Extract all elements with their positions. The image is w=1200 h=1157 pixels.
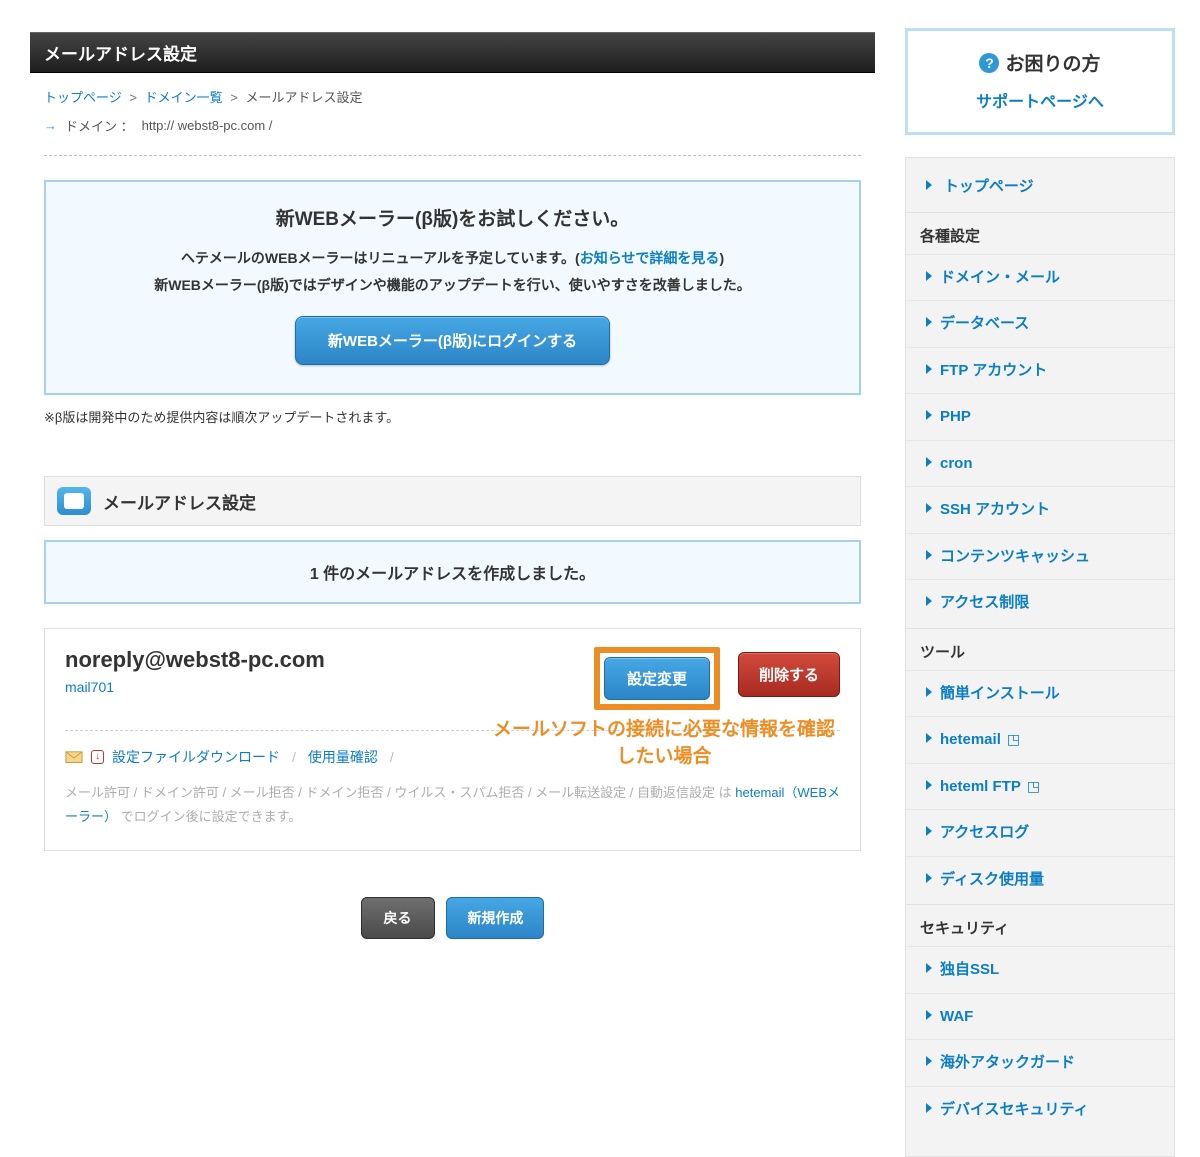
mail-settings-icon	[57, 487, 91, 515]
download-icon: ↓	[91, 750, 104, 764]
external-link-icon: ◳	[1027, 778, 1040, 794]
chevron-right-icon	[926, 1103, 932, 1113]
download-config-link[interactable]: 設定ファイルダウンロード	[112, 747, 280, 767]
usage-link[interactable]: 使用量確認	[308, 747, 378, 767]
beta-note: ※β版は開発中のため提供内容は順次アップデートされます。	[44, 407, 861, 426]
section-title: メールアドレス設定	[103, 489, 256, 514]
breadcrumb: トップページ > ドメイン一覧 > メールアドレス設定	[30, 73, 875, 112]
nav-item[interactable]: PHP	[940, 408, 971, 425]
nav-heading-settings: 各種設定	[906, 212, 1174, 254]
chevron-right-icon	[926, 733, 932, 743]
help-card: ? お困りの方 サポートページへ	[905, 28, 1175, 135]
chevron-right-icon	[926, 364, 932, 374]
chevron-right-icon	[926, 596, 932, 606]
chevron-right-icon	[926, 780, 932, 790]
info-line-1: ヘテメールのWEBメーラーはリニューアルを予定しています。(お知らせで詳細を見る…	[66, 245, 839, 272]
domain-label: ドメイン ：	[65, 116, 134, 135]
section-notice: 1 件のメールアドレスを作成しました。	[44, 540, 861, 604]
nav-heading-tools: ツール	[906, 628, 1174, 670]
envelope-icon	[65, 750, 83, 764]
change-settings-button[interactable]: 設定変更	[604, 657, 710, 700]
breadcrumb-top[interactable]: トップページ	[44, 90, 122, 105]
highlight-box: 設定変更	[594, 647, 720, 710]
page-title-bar: メールアドレス設定	[30, 32, 875, 73]
chevron-right-icon	[926, 826, 932, 836]
notice-details-link[interactable]: お知らせで詳細を見る	[580, 250, 720, 266]
domain-value: http:// webst8-pc.com /	[142, 118, 273, 133]
chevron-right-icon	[926, 457, 932, 467]
nav-item[interactable]: コンテンツキャッシュ	[940, 548, 1090, 565]
nav-item[interactable]: SSH アカウント	[940, 501, 1050, 518]
chevron-right-icon	[926, 687, 932, 697]
nav-item[interactable]: ディスク使用量	[940, 871, 1044, 888]
breadcrumb-current: メールアドレス設定	[245, 90, 362, 105]
mail-address-card: noreply@webst8-pc.com mail701 設定変更 削除する …	[44, 628, 861, 851]
nav-item[interactable]: WAF	[940, 1008, 973, 1025]
chevron-right-icon	[926, 550, 932, 560]
nav-item[interactable]: デバイスセキュリティ	[940, 1101, 1089, 1118]
external-link-icon: ◳	[1007, 731, 1020, 747]
chevron-right-icon	[926, 963, 932, 973]
main-column: メールアドレス設定 トップページ > ドメイン一覧 > メールアドレス設定 → …	[30, 0, 875, 939]
chevron-right-icon	[926, 1010, 932, 1020]
login-webmailer-button[interactable]: 新WEBメーラー(β版)にログインする	[295, 316, 610, 365]
nav-heading-security: セキュリティ	[906, 904, 1174, 946]
nav-top-page[interactable]: トップページ	[944, 178, 1034, 195]
nav-item[interactable]: 独自SSL	[940, 961, 999, 978]
chevron-right-icon	[926, 180, 932, 190]
question-icon: ?	[979, 53, 999, 73]
webmailer-info-panel: 新WEBメーラー(β版)をお試しください。 ヘテメールのWEBメーラーはリニュー…	[44, 180, 861, 395]
divider	[44, 155, 861, 156]
breadcrumb-domain-list[interactable]: ドメイン一覧	[145, 90, 223, 105]
nav-item[interactable]: アクセスログ	[940, 824, 1029, 841]
mail-account[interactable]: mail701	[65, 679, 325, 695]
nav-item[interactable]: 海外アタックガード	[940, 1054, 1075, 1071]
help-title: お困りの方	[1005, 49, 1100, 76]
chevron-right-icon	[926, 410, 932, 420]
nav-item[interactable]: cron	[940, 455, 973, 472]
nav-item[interactable]: 簡単インストール	[940, 685, 1060, 702]
section-title-bar: メールアドレス設定	[44, 476, 861, 526]
arrow-icon: →	[44, 118, 57, 133]
nav-item[interactable]: FTP アカウント	[940, 362, 1047, 379]
sidebar-panel: トップページ 各種設定 ドメイン・メール データベース FTP アカウント PH…	[905, 157, 1175, 1157]
info-title: 新WEBメーラー(β版)をお試しください。	[66, 204, 839, 231]
chevron-right-icon	[926, 873, 932, 883]
card-footnote: メール許可 / ドメイン許可 / メール拒否 / ドメイン拒否 / ウイルス・ス…	[65, 781, 840, 828]
sidebar: ? お困りの方 サポートページへ トップページ 各種設定 ドメイン・メール デー…	[905, 0, 1175, 1157]
info-line-2: 新WEBメーラー(β版)ではデザインや機能のアップデートを行い、使いやすさを改善…	[66, 272, 839, 299]
domain-line: → ドメイン ： http:// webst8-pc.com /	[30, 112, 875, 145]
nav-item[interactable]: データベース	[940, 315, 1029, 332]
nav-item[interactable]: heteml FTP	[940, 778, 1021, 795]
chevron-right-icon	[926, 271, 932, 281]
mail-address: noreply@webst8-pc.com	[65, 647, 325, 673]
nav-item[interactable]: ドメイン・メール	[940, 269, 1060, 286]
nav-item[interactable]: hetemail	[940, 731, 1001, 748]
page-title: メールアドレス設定	[44, 45, 197, 64]
chevron-right-icon	[926, 317, 932, 327]
delete-button[interactable]: 削除する	[738, 652, 840, 697]
annotation: メールソフトの接続に必要な情報を確認したい場合	[484, 717, 844, 770]
chevron-right-icon	[926, 503, 932, 513]
chevron-right-icon	[926, 1056, 932, 1066]
support-page-link[interactable]: サポートページへ	[920, 88, 1160, 112]
nav-item[interactable]: アクセス制限	[940, 594, 1029, 611]
